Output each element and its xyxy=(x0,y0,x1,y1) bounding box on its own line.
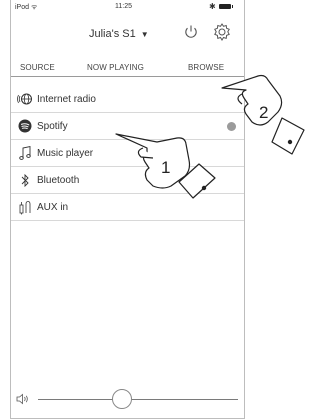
source-label: AUX in xyxy=(37,201,69,213)
spotify-icon xyxy=(17,118,33,134)
chevron-down-icon: ▼ xyxy=(140,29,149,39)
source-label: Spotify xyxy=(37,120,68,132)
volume-slider-track[interactable] xyxy=(38,399,238,400)
app-header: Julia's S1 ▼ xyxy=(11,18,244,46)
source-label: Internet radio xyxy=(37,93,96,105)
status-bluetooth-icon: ✱ xyxy=(209,2,216,11)
music-note-icon xyxy=(17,145,33,161)
gear-icon[interactable] xyxy=(212,22,232,42)
speaker-selector[interactable]: Julia's S1 ▼ xyxy=(89,28,149,40)
internet-radio-icon xyxy=(17,91,33,107)
speaker-name: Julia's S1 xyxy=(89,28,136,40)
bluetooth-icon xyxy=(17,172,33,188)
status-bar: iPod ᯤ 11:25 ✱ xyxy=(11,0,244,14)
volume-slider-handle[interactable] xyxy=(112,389,132,409)
source-label: Bluetooth xyxy=(37,174,80,186)
speaker-volume-icon xyxy=(16,393,28,405)
source-label: Music player xyxy=(37,147,94,159)
tab-bar: SOURCE NOW PLAYING BROWSE xyxy=(11,58,244,77)
status-carrier: iPod ᯤ xyxy=(15,4,38,11)
power-icon[interactable] xyxy=(182,23,200,41)
phone-screen: iPod ᯤ 11:25 ✱ Julia's S1 ▼ SOURCE NOW P… xyxy=(10,0,245,419)
battery-icon xyxy=(219,4,233,9)
callout-number-1: 1 xyxy=(161,158,171,177)
tab-source[interactable]: SOURCE xyxy=(20,63,55,72)
callout-number-2: 2 xyxy=(259,103,269,122)
aux-cable-icon xyxy=(17,199,33,215)
tab-now-playing[interactable]: NOW PLAYING xyxy=(87,63,144,72)
source-item-internet-radio[interactable]: Internet radio xyxy=(11,86,244,113)
pointing-hand-callout-1-icon xyxy=(115,133,216,199)
volume-control xyxy=(11,389,244,409)
status-time: 11:25 xyxy=(115,3,132,10)
